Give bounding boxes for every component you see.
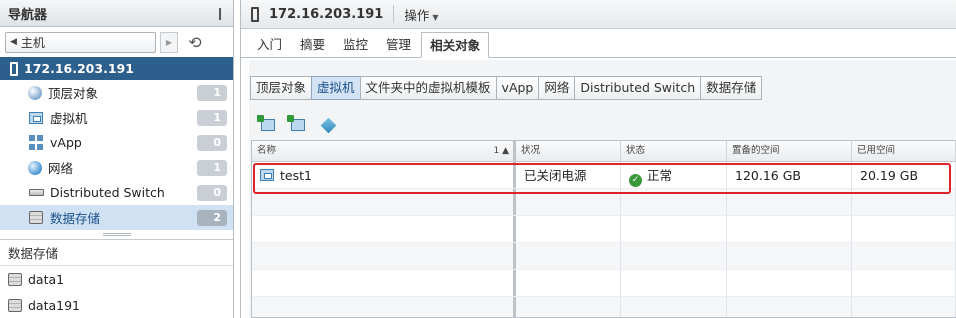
vm-table: 名称 1 ▲ 状况 状态 置备的空间 已用空间 test1 已关闭电源 ✓ 正常 … [251,140,956,318]
navigator-panel: 导航器 ❙ ◀ 主机 ▶ ⟲ 172.16.203.191 顶层对象 1 虚拟机 [0,0,234,318]
main-tabs: 入门 摘要 监控 管理 相关对象 [241,29,956,58]
datastore-icon [8,298,22,312]
navigator-history-bar: ◀ 主机 ▶ ⟲ [0,27,233,57]
grip-icon [102,233,131,236]
column-header-power[interactable]: 状况 [516,141,621,161]
tab-content: 顶层对象 虚拟机 文件夹中的虚拟机模板 vApp 网络 Distributed … [249,60,956,318]
pin-icon[interactable]: ❙ [215,6,225,20]
datastore-label: data191 [28,297,81,313]
nav-item-label: 顶层对象 [48,86,99,101]
count-badge: 2 [197,209,227,226]
empty-row [252,189,956,216]
subtab-top-objects[interactable]: 顶层对象 [250,76,313,100]
datastore-item[interactable]: data1 [0,266,233,292]
nav-item-label: 网络 [48,161,74,176]
count-badge: 0 [197,134,227,151]
main-header: 172.16.203.191 操作 ▼ [241,0,956,29]
nav-item-label: vApp [50,135,82,150]
vm-name[interactable]: test1 [280,162,312,189]
host-label: 172.16.203.191 [24,61,134,76]
count-badge: 0 [197,184,227,201]
related-object-list: 顶层对象 1 虚拟机 1 vApp 0 网络 1 Distributed Swi… [0,80,233,230]
deploy-template-icon[interactable] [287,115,309,135]
datastore-icon [28,210,44,226]
check-icon: ✓ [629,174,642,187]
provisioned-space-cell: 120.16 GB [727,162,852,188]
datastore-label: data1 [28,271,65,287]
status-text: 正常 [647,168,673,183]
nav-item-datastores[interactable]: 数据存储 2 [0,205,233,230]
vapp-icon [28,135,44,151]
vm-icon [260,169,274,181]
actions-label: 操作 [404,7,430,23]
home-back-button[interactable]: ◀ 主机 [5,31,156,53]
host-icon [10,61,18,76]
network-icon [28,160,42,175]
status-cell: ✓ 正常 [621,162,727,188]
navigator-title: 导航器 [8,7,48,23]
vm-icon [28,110,44,126]
globe-icon [28,85,42,100]
table-row[interactable]: test1 已关闭电源 ✓ 正常 120.16 GB 20.19 GB [252,162,956,189]
nav-item-label: Distributed Switch [50,185,165,200]
nav-item-distributed-switch[interactable]: Distributed Switch 0 [0,180,233,205]
nav-item-network[interactable]: 网络 1 [0,155,233,180]
vm-name-cell: test1 [252,162,516,188]
table-header: 名称 1 ▲ 状况 状态 置备的空间 已用空间 [252,141,956,162]
navigator-header: 导航器 ❙ [0,0,233,27]
used-space-cell: 20.19 GB [852,162,956,188]
main-panel: 172.16.203.191 操作 ▼ 入门 摘要 监控 管理 相关对象 顶层对象… [240,0,956,318]
datastore-item[interactable]: data191 [0,292,233,318]
tab-related-objects[interactable]: 相关对象 [421,32,490,58]
sort-asc-icon: 1 ▲ [493,146,509,156]
host-icon [251,6,259,22]
tab-monitor[interactable]: 监控 [335,33,376,57]
panel-splitter[interactable] [0,230,233,240]
home-label: 主机 [20,35,45,50]
subtab-distributed-switch[interactable]: Distributed Switch [574,76,702,100]
column-header-name[interactable]: 名称 1 ▲ [252,141,516,161]
divider [393,5,395,23]
empty-row [252,216,956,243]
column-header-status[interactable]: 状态 [621,141,727,161]
caret-down-icon: ▼ [432,12,439,22]
column-header-provisioned[interactable]: 置备的空间 [727,141,852,161]
vm-toolbar [257,115,339,135]
subtab-network[interactable]: 网络 [538,76,576,100]
history-icon[interactable]: ⟲ [182,32,208,53]
count-badge: 1 [197,84,227,101]
ovf-deploy-icon[interactable] [317,115,339,135]
empty-row [252,297,956,317]
datastore-icon [8,272,22,286]
datastore-section-title: 数据存储 [0,240,233,266]
column-label: 名称 [257,145,277,156]
host-node[interactable]: 172.16.203.191 [0,57,233,80]
actions-menu[interactable]: 操作 ▼ [404,5,438,24]
count-badge: 1 [197,159,227,176]
nav-item-top-objects[interactable]: 顶层对象 1 [0,80,233,105]
count-badge: 1 [197,109,227,126]
empty-row [252,243,956,270]
tab-summary[interactable]: 摘要 [292,33,333,57]
switch-icon [28,185,44,201]
nav-item-vapp[interactable]: vApp 0 [0,130,233,155]
subtab-datastores[interactable]: 数据存储 [700,76,763,100]
tab-getting-started[interactable]: 入门 [249,33,290,57]
nav-item-label: 虚拟机 [50,111,88,126]
page-title: 172.16.203.191 [269,6,384,22]
new-vm-icon[interactable] [257,115,279,135]
subtab-vms[interactable]: 虚拟机 [311,76,361,100]
empty-row [252,270,956,297]
subtab-vm-templates[interactable]: 文件夹中的虚拟机模板 [359,76,497,100]
forward-button[interactable]: ▶ [160,31,178,53]
nav-item-vms[interactable]: 虚拟机 1 [0,105,233,130]
column-header-used[interactable]: 已用空间 [852,141,956,161]
forward-arrow-icon: ▶ [165,37,173,47]
nav-item-label: 数据存储 [50,211,101,226]
back-arrow-icon: ◀ [10,37,17,47]
power-state-cell: 已关闭电源 [516,162,621,188]
subtab-bar: 顶层对象 虚拟机 文件夹中的虚拟机模板 vApp 网络 Distributed … [250,76,763,100]
subtab-vapp[interactable]: vApp [495,76,540,100]
tab-manage[interactable]: 管理 [378,33,419,57]
